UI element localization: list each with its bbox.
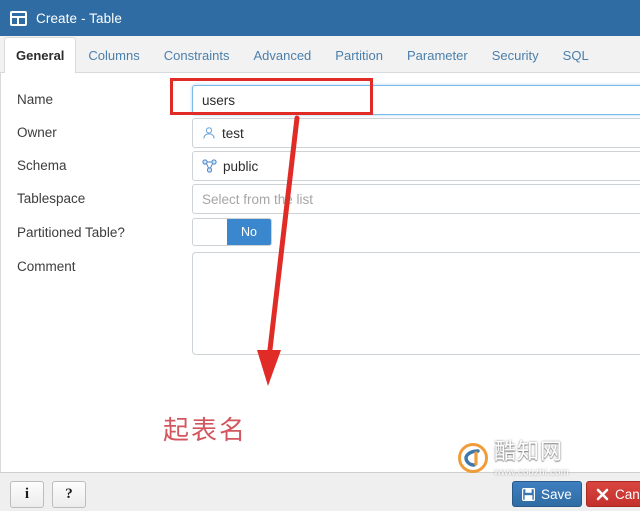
name-input[interactable]: users (192, 85, 640, 115)
tab-bar: General Columns Constraints Advanced Par… (0, 36, 640, 73)
schema-select[interactable]: public (192, 151, 640, 181)
tab-label: Constraints (163, 48, 230, 63)
close-icon (596, 488, 609, 501)
tab-label: General (16, 48, 65, 63)
info-icon: i (24, 486, 30, 502)
annotation-text: 起表名 (163, 416, 248, 446)
name-field-wrap: users (192, 85, 640, 115)
window-title: Create - Table (36, 10, 122, 26)
label-partitioned-table: Partitioned Table? (17, 225, 125, 240)
toggle-off-segment[interactable] (193, 219, 227, 245)
toggle-on-segment[interactable]: No (227, 219, 271, 245)
partitioned-table-toggle[interactable]: No (192, 218, 272, 246)
schema-field-wrap: public (192, 151, 640, 181)
help-button[interactable]: ? (52, 481, 86, 508)
schema-icon (202, 159, 217, 173)
window-titlebar: Create - Table (0, 0, 640, 36)
toggle-value: No (241, 225, 257, 239)
floppy-disk-icon (522, 487, 535, 501)
cancel-button[interactable]: Cancel (586, 481, 640, 507)
tab-constraints[interactable]: Constraints (152, 37, 242, 73)
tab-label: Parameter (407, 48, 468, 63)
tablespace-field-wrap: Select from the list (192, 184, 640, 214)
tab-advanced[interactable]: Advanced (241, 37, 323, 73)
tab-label: Partition (335, 48, 383, 63)
label-comment: Comment (17, 259, 76, 274)
owner-value: test (222, 125, 244, 141)
label-schema: Schema (17, 158, 67, 173)
tab-sql[interactable]: SQL (551, 37, 601, 73)
schema-value: public (223, 158, 259, 174)
tab-general[interactable]: General (4, 37, 77, 73)
tab-partition[interactable]: Partition (323, 37, 395, 73)
label-name: Name (17, 92, 54, 107)
owner-field-wrap: test (192, 118, 640, 148)
owner-select[interactable]: test (192, 118, 640, 148)
tab-parameter[interactable]: Parameter (395, 37, 480, 73)
save-button-label: Save (541, 486, 572, 502)
tab-label: Security (491, 48, 539, 63)
tab-label: Columns (88, 48, 140, 63)
cancel-button-label: Cancel (615, 486, 640, 502)
question-mark-icon: ? (65, 486, 73, 502)
label-owner: Owner (17, 125, 57, 140)
label-tablespace: Tablespace (17, 191, 86, 206)
partitioned-toggle-wrap: No (192, 218, 272, 246)
table-icon (10, 10, 27, 26)
tab-label: SQL (562, 48, 589, 63)
general-tab-panel: Name users Owner test Schema public Tabl… (0, 73, 640, 472)
comment-textarea[interactable] (192, 252, 640, 355)
create-table-dialog: Create - Table General Columns Constrain… (0, 0, 640, 511)
tab-label: Advanced (253, 48, 312, 63)
info-button[interactable]: i (10, 481, 44, 508)
comment-field-wrap (192, 252, 640, 355)
tab-columns[interactable]: Columns (76, 37, 151, 73)
tab-security[interactable]: Security (480, 37, 551, 73)
name-input-value: users (202, 92, 236, 108)
user-icon (202, 126, 216, 140)
save-button[interactable]: Save (512, 481, 582, 507)
tablespace-select[interactable]: Select from the list (192, 184, 640, 214)
tablespace-placeholder: Select from the list (202, 191, 314, 207)
